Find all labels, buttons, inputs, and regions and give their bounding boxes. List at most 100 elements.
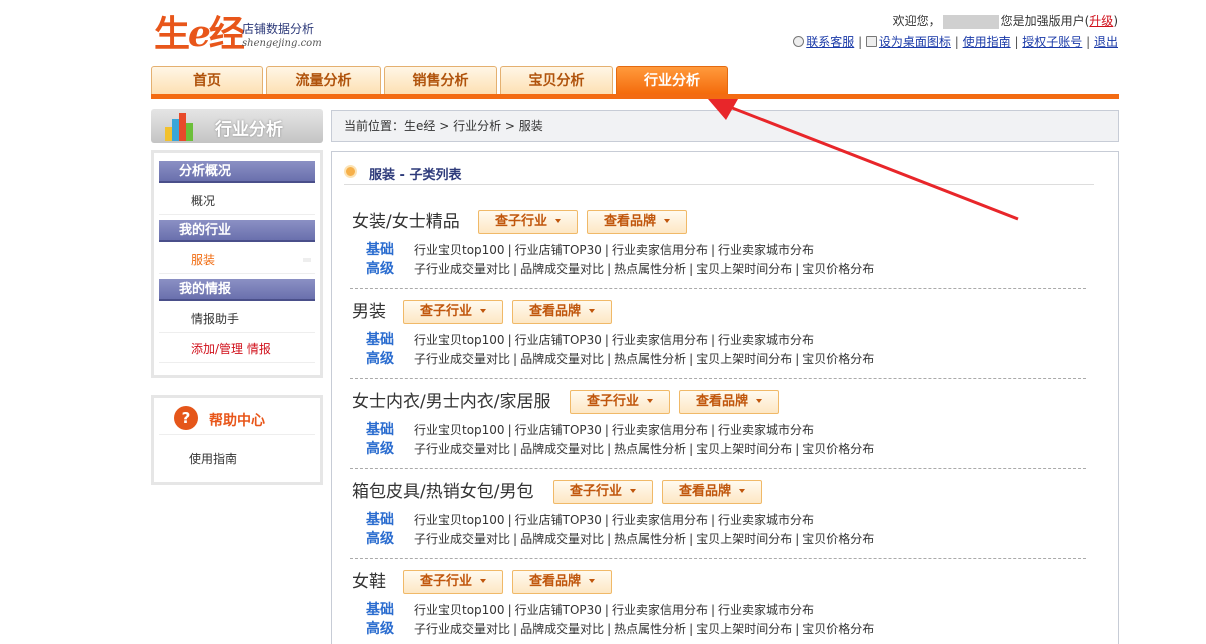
link-separator: | [710,423,716,437]
advanced-analysis-link[interactable]: 子行业成交量对比 [414,622,510,636]
advanced-analysis-link[interactable]: 宝贝价格分布 [802,442,874,456]
basic-analysis-link[interactable]: 行业店铺TOP30 [515,333,602,347]
advanced-analysis-link[interactable]: 宝贝上架时间分布 [696,262,792,276]
basic-analysis-link[interactable]: 行业卖家信用分布 [612,333,708,347]
link-separator: | [513,622,518,636]
link-separator: | [689,442,694,456]
brand-dropdown[interactable]: 查看品牌 [512,300,612,324]
basic-analysis-link[interactable]: 行业卖家城市分布 [718,333,814,347]
brand-dropdown-label: 查看品牌 [528,574,581,589]
basic-analysis-link[interactable]: 行业店铺TOP30 [515,513,602,527]
basic-analysis-link[interactable]: 行业卖家城市分布 [718,243,814,257]
advanced-analysis-link[interactable]: 宝贝上架时间分布 [696,352,792,366]
basic-analysis-link[interactable]: 行业店铺TOP30 [515,603,602,617]
basic-analysis-link[interactable]: 行业卖家城市分布 [718,513,814,527]
link-separator: | [689,352,694,366]
category-name[interactable]: 男装 [352,300,386,324]
advanced-analysis-link[interactable]: 宝贝上架时间分布 [696,622,792,636]
advanced-analysis-link[interactable]: 子行业成交量对比 [414,442,510,456]
basic-analysis-link[interactable]: 行业卖家信用分布 [612,603,708,617]
category-name[interactable]: 箱包皮具/热销女包/男包 [352,480,533,504]
advanced-analysis-link[interactable]: 品牌成交量对比 [520,622,604,636]
basic-analysis-link[interactable]: 行业店铺TOP30 [515,423,602,437]
advanced-analysis-link[interactable]: 热点属性分析 [614,622,686,636]
advanced-analysis-link[interactable]: 热点属性分析 [614,442,686,456]
advanced-links-row: 高级 子行业成交量对比 | 品牌成交量对比 | 热点属性分析 | 宝贝上架时间分布 | 宝贝价格分… [366,618,874,638]
subaccount-link[interactable]: 授权子账号 [1022,35,1082,49]
basic-label: 基础 [366,332,394,348]
subindustry-dropdown[interactable]: 查子行业 [570,390,670,414]
brand-dropdown[interactable]: 查看品牌 [679,390,779,414]
brand-dropdown[interactable]: 查看品牌 [587,210,687,234]
advanced-analysis-link[interactable]: 热点属性分析 [614,352,686,366]
welcome-text: 欢迎您， 您是加强版用户(升级) [892,14,1118,29]
advanced-analysis-link[interactable]: 品牌成交量对比 [520,442,604,456]
sidebar-group-intel[interactable]: 我的情报 [159,279,315,301]
basic-analysis-link[interactable]: 行业卖家信用分布 [612,423,708,437]
tab-home[interactable]: 首页 [151,66,263,94]
subindustry-dropdown[interactable]: 查子行业 [403,300,503,324]
basic-analysis-link[interactable]: 行业宝贝top100 [414,423,505,437]
link-separator: | [689,262,694,276]
subindustry-dropdown[interactable]: 查子行业 [478,210,578,234]
basic-analysis-link[interactable]: 行业卖家信用分布 [612,243,708,257]
arrow-indicator-icon [303,258,311,262]
sidebar-item-overview[interactable]: 概况 [159,187,315,215]
advanced-analysis-link[interactable]: 热点属性分析 [614,262,686,276]
basic-analysis-link[interactable]: 行业卖家信用分布 [612,513,708,527]
sidebar-group-overview[interactable]: 分析概况 [159,161,315,183]
advanced-analysis-link[interactable]: 宝贝价格分布 [802,622,874,636]
advanced-analysis-link[interactable]: 子行业成交量对比 [414,532,510,546]
link-separator: | [795,622,800,636]
sidebar-item-manage-intel[interactable]: 添加/管理 情报 [159,335,315,363]
subindustry-dropdown[interactable]: 查子行业 [403,570,503,594]
advanced-analysis-link[interactable]: 品牌成交量对比 [520,262,604,276]
tab-product[interactable]: 宝贝分析 [500,66,613,94]
link-separator: | [607,262,612,276]
category-name[interactable]: 女装/女士精品 [352,210,460,234]
section-divider [350,378,1086,379]
advanced-analysis-link[interactable]: 品牌成交量对比 [520,352,604,366]
sidebar-group-my-industry[interactable]: 我的行业 [159,220,315,242]
brand-dropdown[interactable]: 查看品牌 [662,480,762,504]
guide-link[interactable]: 使用指南 [963,35,1011,49]
link-separator: | [710,333,716,347]
logout-link[interactable]: 退出 [1094,35,1118,49]
basic-analysis-link[interactable]: 行业宝贝top100 [414,513,505,527]
basic-analysis-link[interactable]: 行业店铺TOP30 [515,243,602,257]
advanced-links-row: 高级 子行业成交量对比 | 品牌成交量对比 | 热点属性分析 | 宝贝上架时间分布 | 宝贝价格分… [366,438,874,458]
advanced-analysis-link[interactable]: 宝贝上架时间分布 [696,532,792,546]
tab-traffic[interactable]: 流量分析 [266,66,381,94]
link-separator: | [607,442,612,456]
advanced-analysis-link[interactable]: 品牌成交量对比 [520,532,604,546]
advanced-analysis-link[interactable]: 宝贝价格分布 [802,262,874,276]
basic-analysis-link[interactable]: 行业宝贝top100 [414,333,505,347]
category-name[interactable]: 女士内衣/男士内衣/家居服 [352,390,550,414]
advanced-label: 高级 [366,531,394,547]
link-separator: | [513,262,518,276]
advanced-analysis-link[interactable]: 宝贝上架时间分布 [696,442,792,456]
sidebar-item-intel-assistant[interactable]: 情报助手 [159,305,315,333]
category-name[interactable]: 女鞋 [352,570,386,594]
advanced-analysis-link[interactable]: 宝贝价格分布 [802,352,874,366]
advanced-analysis-link[interactable]: 热点属性分析 [614,532,686,546]
desktop-icon-link[interactable]: 设为桌面图标 [879,35,951,49]
contact-link[interactable]: 联系客服 [806,35,854,49]
upgrade-link[interactable]: 升级 [1089,14,1113,28]
advanced-analysis-link[interactable]: 宝贝价格分布 [802,532,874,546]
basic-analysis-link[interactable]: 行业宝贝top100 [414,243,505,257]
top-links: 联系客服 | 设为桌面图标 | 使用指南 | 授权子账号 | 退出 [793,33,1118,50]
basic-analysis-link[interactable]: 行业宝贝top100 [414,603,505,617]
subindustry-dropdown[interactable]: 查子行业 [553,480,653,504]
basic-analysis-link[interactable]: 行业卖家城市分布 [718,423,814,437]
brand-dropdown[interactable]: 查看品牌 [512,570,612,594]
caret-down-icon [555,219,561,223]
help-guide-link[interactable]: 使用指南 [189,450,237,467]
tab-sales[interactable]: 销售分析 [384,66,497,94]
sidebar-item-apparel[interactable]: 服装 [159,246,315,274]
tab-industry[interactable]: 行业分析 [616,66,728,94]
basic-analysis-link[interactable]: 行业卖家城市分布 [718,603,814,617]
advanced-analysis-link[interactable]: 子行业成交量对比 [414,352,510,366]
advanced-analysis-link[interactable]: 子行业成交量对比 [414,262,510,276]
link-separator: | [795,532,800,546]
